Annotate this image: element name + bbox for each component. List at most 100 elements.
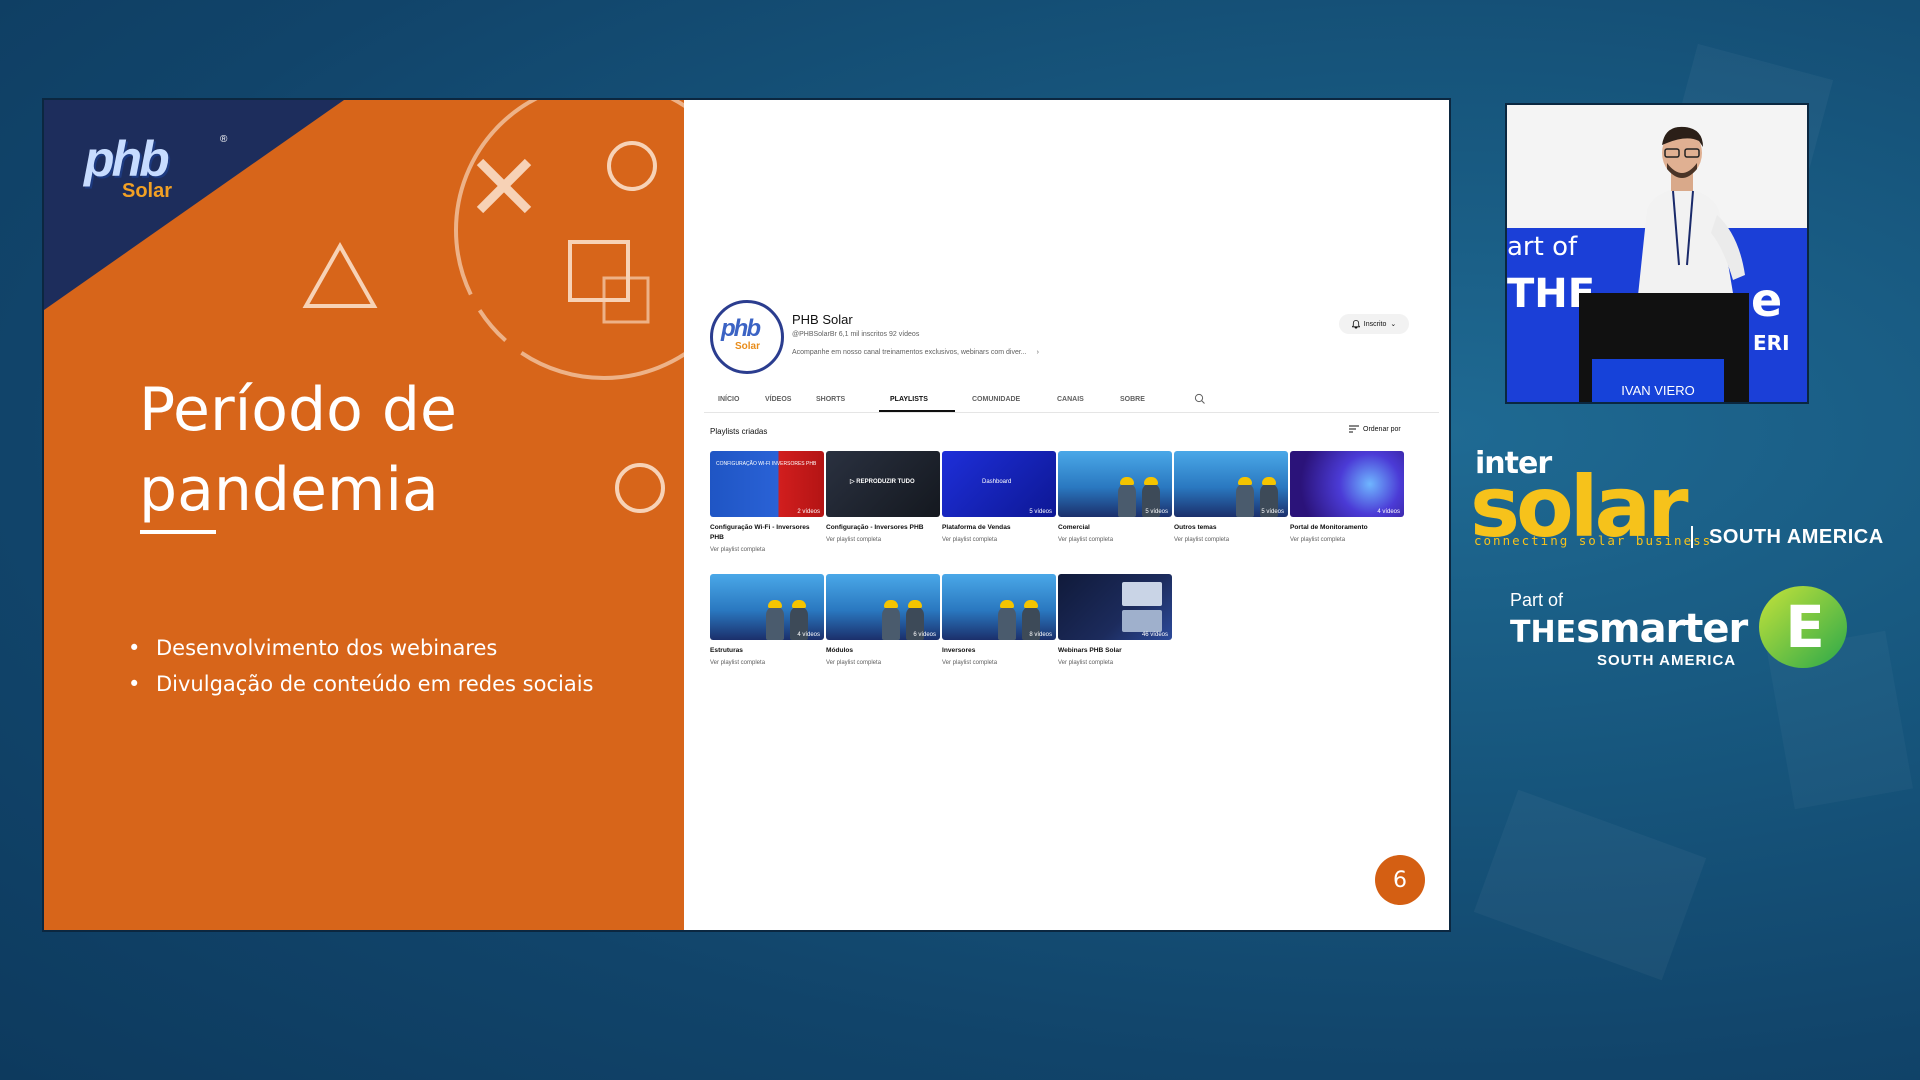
playlist-title[interactable]: Estruturas — [710, 646, 824, 656]
active-tab-indicator — [879, 410, 955, 412]
playlist-count: 5 vídeos — [1145, 509, 1168, 515]
view-playlist-link[interactable]: Ver playlist completa — [826, 537, 940, 543]
playlist-thumbnail[interactable]: CONFIGURAÇÃO WI-FI INVERSORES PHB 2 víde… — [710, 451, 824, 517]
playlist-thumbnail[interactable]: 46 vídeos — [1058, 574, 1172, 640]
tab-inicio[interactable]: INÍCIO — [718, 396, 739, 403]
view-playlist-link[interactable]: Ver playlist completa — [1290, 537, 1404, 543]
chevron-down-icon: ⌄ — [1390, 321, 1397, 328]
the-text: THE — [1510, 615, 1577, 650]
view-playlist-link[interactable]: Ver playlist completa — [942, 660, 1056, 666]
speaker-video: art of THE e ERI IVAN VIERO — [1505, 103, 1809, 404]
playlist-thumbnail[interactable]: 8 vídeos — [942, 574, 1056, 640]
playlist-title[interactable]: Comercial — [1058, 523, 1172, 533]
tab-canais[interactable]: CANAIS — [1057, 396, 1084, 403]
playlist-card[interactable]: 5 vídeos Comercial Ver playlist completa — [1058, 451, 1172, 543]
sort-label: Ordenar por — [1363, 425, 1401, 433]
play-all-label: REPRODUZIR TUDO — [856, 479, 915, 485]
search-icon[interactable] — [1194, 393, 1206, 405]
play-all-overlay[interactable]: ▷ REPRODUZIR TUDO — [850, 479, 915, 486]
playlist-card[interactable]: Dashboard 5 vídeos Plataforma de Vendas … — [942, 451, 1056, 543]
playlists-section-title: Playlists criadas — [710, 427, 768, 436]
playlist-title[interactable]: Outros temas — [1174, 523, 1288, 533]
thumbnail-caption: CONFIGURAÇÃO WI-FI INVERSORES PHB — [716, 461, 817, 467]
view-playlist-link[interactable]: Ver playlist completa — [826, 660, 940, 666]
playlist-thumbnail[interactable]: 4 vídeos — [710, 574, 824, 640]
banner-text-part-of: art of — [1507, 232, 1578, 262]
sort-button[interactable]: Ordenar por — [1349, 425, 1401, 433]
playlist-count: 46 vídeos — [1141, 632, 1168, 638]
channel-meta: @PHBSolarBr 6,1 mil inscritos 92 vídeos — [792, 331, 920, 338]
channel-tabs: INÍCIO VÍDEOS SHORTS PLAYLISTS COMUNIDAD… — [704, 390, 1439, 413]
playlist-card[interactable]: 4 vídeos Estruturas Ver playlist complet… — [710, 574, 824, 666]
phb-solar-logo: phb Solar ® — [84, 130, 227, 210]
bullet-item: Desenvolvimento dos webinares — [128, 630, 593, 666]
playlist-card[interactable]: 46 vídeos Webinars PHB Solar Ver playlis… — [1058, 574, 1172, 666]
playlist-thumbnail[interactable]: ▷ REPRODUZIR TUDO — [826, 451, 940, 517]
view-playlist-link[interactable]: Ver playlist completa — [1058, 660, 1172, 666]
playlist-thumbnail[interactable]: 4 vídeos — [1290, 451, 1404, 517]
playlist-title[interactable]: Módulos — [826, 646, 940, 656]
playlist-title[interactable]: Plataforma de Vendas — [942, 523, 1056, 533]
banner-text-eri: ERI — [1753, 331, 1790, 355]
smarter-e-logo-icon: E — [1759, 586, 1847, 668]
playlist-count: 4 vídeos — [797, 632, 820, 638]
bullet-item: Divulgação de conteúdo em redes sociais — [128, 666, 593, 702]
intersolar-region: SOUTH AMERICA — [1709, 526, 1884, 548]
view-playlist-link[interactable]: Ver playlist completa — [710, 660, 824, 666]
speaker-figure — [1637, 126, 1745, 305]
slide-left-panel: phb Solar ® Período de pandemia Desenvol… — [44, 100, 684, 930]
chevron-right-icon: › — [1036, 349, 1039, 356]
playlist-card[interactable]: 8 vídeos Inversores Ver playlist complet… — [942, 574, 1056, 666]
avatar-phb-text: phb — [721, 315, 761, 342]
channel-description-text: Acompanhe em nosso canal treinamentos ex… — [792, 349, 1027, 356]
slide-page-number: 6 — [1375, 855, 1425, 905]
presentation-slide: phb Solar ® Período de pandemia Desenvol… — [44, 100, 1449, 930]
tab-shorts[interactable]: SHORTS — [816, 396, 845, 403]
subscribed-label: Inscrito — [1363, 320, 1387, 328]
smarter-text: smarter — [1576, 606, 1748, 652]
channel-name: PHB Solar — [792, 312, 853, 327]
youtube-channel-panel: phb Solar PHB Solar @PHBSolarBr 6,1 mil … — [684, 100, 1449, 930]
playlist-card[interactable]: 6 vídeos Módulos Ver playlist completa — [826, 574, 940, 666]
view-playlist-link[interactable]: Ver playlist completa — [1174, 537, 1288, 543]
channel-description[interactable]: Acompanhe em nosso canal treinamentos ex… — [792, 349, 1039, 356]
speaker-name-plate: IVAN VIERO — [1621, 383, 1695, 398]
intersolar-tagline: connecting solar business — [1474, 533, 1713, 548]
playlist-card[interactable]: CONFIGURAÇÃO WI-FI INVERSORES PHB 2 víde… — [710, 451, 824, 553]
slide-title-line2: pandemia — [139, 455, 439, 525]
playlist-title[interactable]: Configuração Wi-Fi - Inversores PHB — [710, 523, 824, 543]
view-playlist-link[interactable]: Ver playlist completa — [1058, 537, 1172, 543]
avatar-solar-text: Solar — [735, 341, 761, 352]
playlist-thumbnail[interactable]: Dashboard 5 vídeos — [942, 451, 1056, 517]
playlist-title[interactable]: Webinars PHB Solar — [1058, 646, 1172, 656]
playlist-count: 4 vídeos — [1377, 509, 1400, 515]
tab-playlists[interactable]: PLAYLISTS — [890, 396, 928, 403]
view-playlist-link[interactable]: Ver playlist completa — [942, 537, 1056, 543]
the-smarter-e-wordmark: THEsmarter — [1510, 606, 1748, 652]
playlist-count: 2 vídeos — [797, 509, 820, 515]
playlist-card[interactable]: 5 vídeos Outros temas Ver playlist compl… — [1174, 451, 1288, 543]
tab-sobre[interactable]: SOBRE — [1120, 396, 1145, 403]
playlist-thumbnail[interactable]: 5 vídeos — [1058, 451, 1172, 517]
logo-registered-mark: ® — [220, 134, 228, 145]
playlist-title[interactable]: Portal de Monitoramento — [1290, 523, 1404, 533]
playlist-card[interactable]: ▷ REPRODUZIR TUDO Configuração - Inverso… — [826, 451, 940, 543]
playlist-thumbnail[interactable]: 6 vídeos — [826, 574, 940, 640]
playlist-card[interactable]: 4 vídeos Portal de Monitoramento Ver pla… — [1290, 451, 1404, 543]
title-underline — [140, 530, 216, 534]
playlist-title[interactable]: Configuração - Inversores PHB — [826, 523, 940, 533]
tab-videos[interactable]: VÍDEOS — [765, 396, 791, 403]
e-letter: E — [1785, 593, 1825, 661]
playlist-title[interactable]: Inversores — [942, 646, 1056, 656]
playlist-count: 5 vídeos — [1261, 509, 1284, 515]
thumbnail-caption: Dashboard — [982, 479, 1012, 485]
channel-avatar[interactable]: phb Solar — [710, 300, 784, 374]
playlist-count: 5 vídeos — [1029, 509, 1052, 515]
playlist-thumbnail[interactable]: 5 vídeos — [1174, 451, 1288, 517]
bell-icon — [1351, 319, 1360, 329]
view-playlist-link[interactable]: Ver playlist completa — [710, 547, 824, 553]
slide-title: Período de pandemia — [139, 370, 579, 530]
tab-comunidade[interactable]: COMUNIDADE — [972, 396, 1020, 403]
subscribed-button[interactable]: Inscrito ⌄ — [1339, 314, 1409, 334]
logo-solar-text: Solar — [122, 180, 173, 202]
